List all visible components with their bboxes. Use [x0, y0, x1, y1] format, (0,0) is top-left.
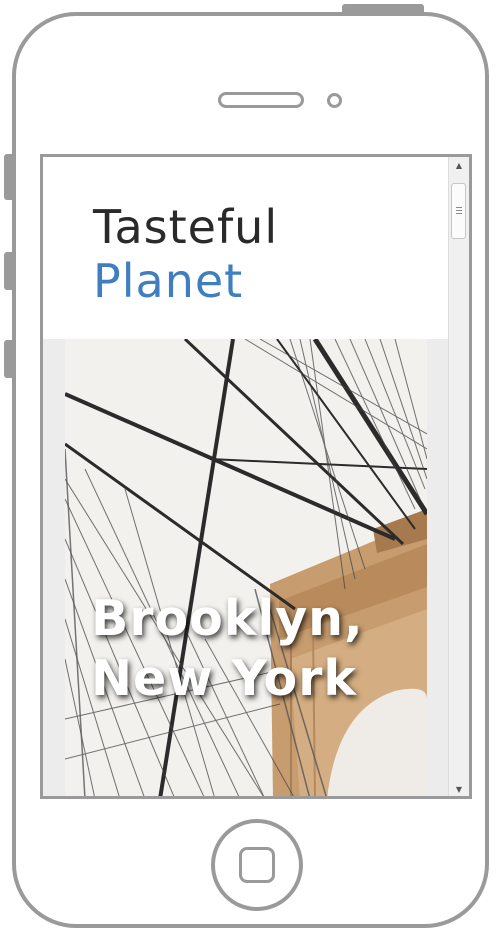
- brand-title-tasteful[interactable]: Tasteful: [93, 201, 278, 253]
- power-button: [342, 4, 424, 13]
- front-camera: [327, 93, 342, 108]
- scroll-up-arrow-icon[interactable]: ▲: [449, 161, 469, 171]
- volume-down-button: [4, 340, 13, 378]
- scroll-down-arrow-icon[interactable]: ▼: [449, 785, 469, 795]
- volume-up-button: [4, 252, 13, 290]
- speaker-grille: [218, 92, 304, 108]
- grip-line-icon: [456, 213, 462, 214]
- hero-title[interactable]: Brooklyn, New York: [91, 589, 421, 709]
- brand-title-planet[interactable]: Planet: [93, 255, 243, 307]
- home-square-icon: [239, 847, 275, 883]
- hero-title-line-1: Brooklyn,: [91, 590, 364, 647]
- phone-screen: Tasteful Planet Brooklyn, New York ▲ ▼: [40, 154, 472, 799]
- vertical-scrollbar[interactable]: ▲ ▼: [448, 157, 469, 796]
- mute-switch: [4, 154, 13, 200]
- hero-image-card[interactable]: Brooklyn, New York: [65, 339, 427, 796]
- hero-title-line-2: New York: [91, 650, 357, 707]
- scroll-thumb[interactable]: [451, 183, 466, 239]
- bridge-cables-image: [65, 339, 427, 796]
- grip-line-icon: [456, 210, 462, 211]
- home-button[interactable]: [211, 819, 303, 911]
- site-header: Tasteful Planet: [43, 157, 448, 339]
- grip-line-icon: [456, 207, 462, 208]
